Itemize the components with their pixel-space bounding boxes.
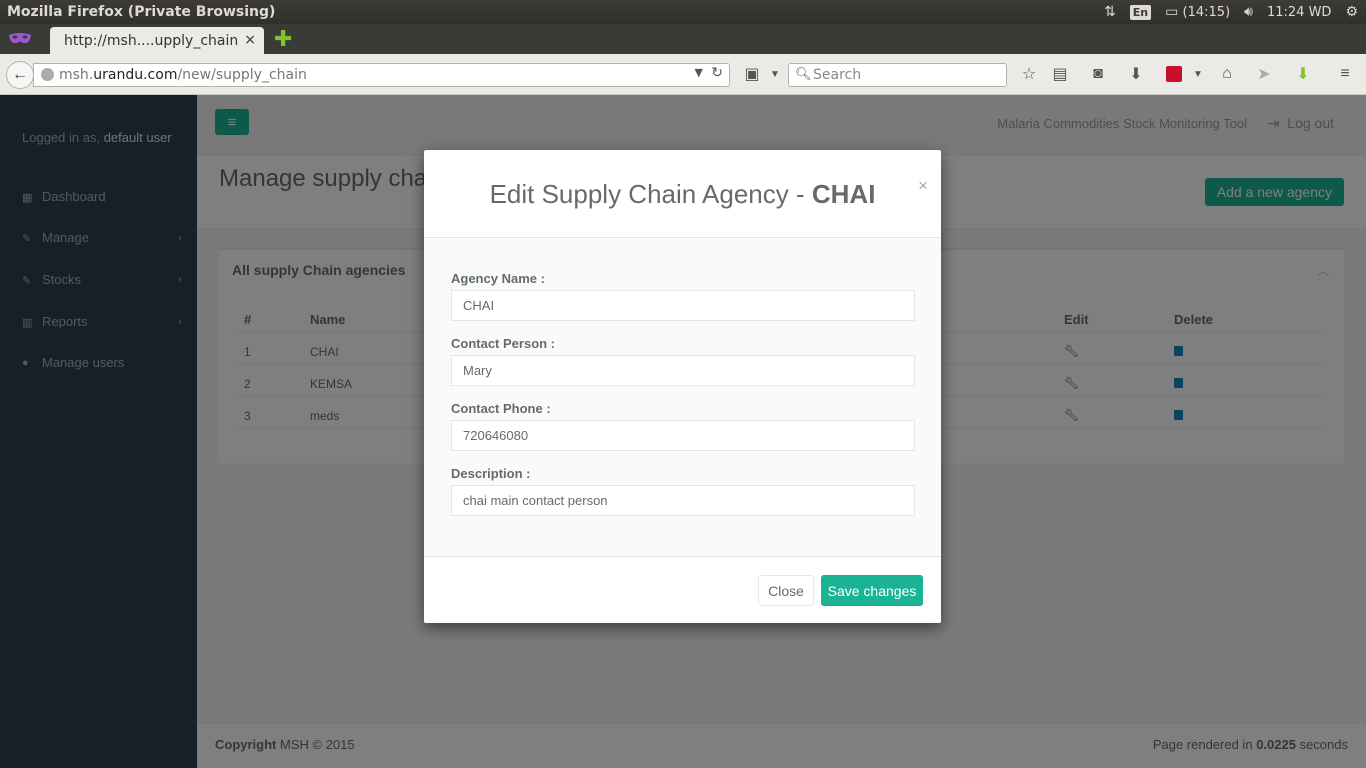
search-input[interactable]: 🔍︎ Search [788,63,1007,87]
browser-tab-bar: http://msh....upply_chain × ✚ [0,24,1366,54]
agency-name-field[interactable]: CHAI [451,290,915,321]
modal-body: Agency Name : CHAI Contact Person : Mary… [424,238,941,556]
url-host: urandu.com [93,67,178,83]
flash-plugin-icon[interactable] [1164,64,1184,84]
hamburger-menu-icon[interactable]: ≡ [1335,64,1355,84]
reading-list-icon[interactable]: ▤ [1050,64,1070,84]
tab-close-icon[interactable]: × [244,32,256,48]
contact-phone-field[interactable]: 720646080 [451,420,915,451]
contact-person-field[interactable]: Mary [451,355,915,386]
window-title: Mozilla Firefox (Private Browsing) [7,4,276,20]
reload-icon[interactable]: ↻ [711,65,723,81]
site-identity-icon[interactable] [41,68,54,81]
search-placeholder: Search [813,67,862,83]
share-icon[interactable]: ➤ [1254,64,1274,84]
home-icon[interactable]: ⌂ [1217,64,1237,84]
modal-title: Edit Supply Chain Agency - CHAI [424,179,941,210]
battery-icon: ▭ [1165,4,1179,20]
os-indicators: ⇅ En ▭ (14:15) 🔊︎ 11:24 WD ⚙ [1104,4,1366,20]
volume-icon[interactable]: 🔊︎ [1244,4,1253,20]
noscript-dropdown-icon[interactable]: ▼ [765,64,785,84]
contact-phone-label: Contact Phone : [451,401,551,416]
back-arrow-icon[interactable]: ← [6,61,34,89]
save-changes-button[interactable]: Save changes [821,575,923,606]
download-helper-icon[interactable]: ⬇ [1293,64,1313,84]
pocket-icon[interactable]: ◙ [1088,64,1108,84]
flash-dropdown-icon[interactable]: ▼ [1188,64,1208,84]
bookmark-star-icon[interactable]: ☆ [1019,64,1039,84]
url-prefix: msh. [59,67,94,83]
os-top-bar: Mozilla Firefox (Private Browsing) ⇅ En … [0,0,1366,24]
downloads-icon[interactable]: ⬇ [1126,64,1146,84]
battery-indicator[interactable]: ▭ (14:15) [1165,4,1230,20]
edit-agency-modal: Edit Supply Chain Agency - CHAI × Agency… [424,150,941,623]
browser-nav-toolbar: ← msh. urandu.com/new/supply_chain ▼ ↻ ▣ … [0,54,1366,95]
battery-time: (14:15) [1182,5,1231,20]
close-button[interactable]: Close [758,575,814,606]
modal-footer: Close Save changes [424,556,941,623]
search-icon: 🔍︎ [795,67,812,82]
agency-name-label: Agency Name : [451,271,545,286]
keyboard-layout-indicator[interactable]: En [1129,4,1152,20]
description-field[interactable]: chai main contact person [451,485,915,516]
tab-title: http://msh....upply_chain [64,32,239,49]
new-tab-plus-icon[interactable]: ✚ [274,28,292,50]
url-path: /new/supply_chain [177,67,307,83]
noscript-icon[interactable]: ▣ [742,64,762,84]
contact-person-label: Contact Person : [451,336,556,351]
modal-title-prefix: Edit Supply Chain Agency - [489,179,805,209]
description-label: Description : [451,466,531,481]
url-history-dropdown-icon[interactable]: ▼ [695,66,703,79]
url-bar[interactable]: msh. urandu.com/new/supply_chain ▼ ↻ [33,63,730,87]
modal-close-icon[interactable]: × [918,176,928,196]
modal-title-agency: CHAI [811,179,876,209]
network-icon[interactable]: ⇅ [1104,4,1116,20]
settings-gear-icon[interactable]: ⚙ [1345,4,1358,20]
browser-tab[interactable]: http://msh....upply_chain × [50,27,264,54]
private-browsing-mask-icon [9,33,31,44]
clock[interactable]: 11:24 WD [1267,5,1331,20]
modal-header: Edit Supply Chain Agency - CHAI × [424,150,941,238]
